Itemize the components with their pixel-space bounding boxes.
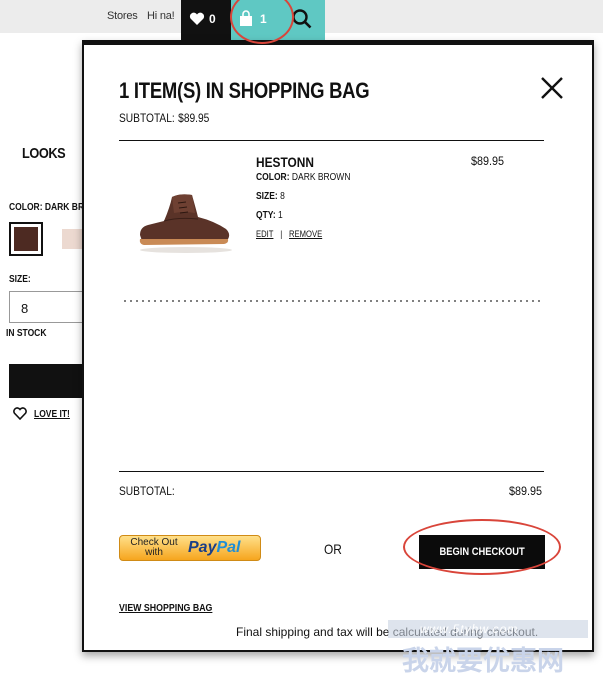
swatch-dark-brown[interactable]: [9, 222, 43, 256]
item-color: COLOR: DARK BROWN: [256, 172, 350, 183]
footer-subtotal-value: $89.95: [509, 484, 543, 498]
item-size: SIZE: 8: [256, 191, 285, 202]
wishlist-count: 0: [209, 12, 216, 26]
watermark-logo-text: 我就要优惠网: [402, 646, 564, 676]
view-shopping-bag-link[interactable]: VIEW SHOPPING BAG: [119, 603, 212, 614]
action-separator: |: [280, 229, 283, 239]
divider: [119, 471, 544, 472]
item-size-label: SIZE:: [256, 191, 278, 202]
edit-link[interactable]: EDIT: [256, 229, 273, 239]
item-color-value: DARK BROWN: [291, 172, 351, 183]
item-color-label: COLOR:: [256, 172, 290, 183]
paypal-logo-pay: Pay: [188, 539, 217, 556]
item-qty-label: QTY:: [256, 210, 276, 221]
love-it-link[interactable]: LOVE IT!: [34, 409, 70, 420]
search-icon: [292, 9, 312, 29]
heart-outline-icon[interactable]: [13, 407, 27, 420]
item-size-value: 8: [280, 191, 285, 202]
watermark-url: www.5tyhw.com: [420, 622, 519, 636]
paypal-checkout-button[interactable]: Check Out with PayPal: [119, 535, 261, 561]
stock-status: IN STOCK: [6, 328, 47, 339]
item-price: $89.95: [471, 154, 505, 168]
wishlist-button[interactable]: 0: [181, 0, 231, 40]
item-actions: EDIT | REMOVE: [256, 229, 322, 239]
shopping-bag-panel: 1 ITEM(S) IN SHOPPING BAG SUBTOTAL: $89.9…: [82, 40, 594, 652]
footer-subtotal-label: SUBTOTAL:: [119, 484, 175, 498]
item-qty: QTY: 1: [256, 210, 283, 221]
shopping-bag-button[interactable]: 1: [231, 0, 279, 40]
divider: [119, 140, 544, 141]
paypal-logo: PayPal: [188, 539, 240, 557]
shopping-bag-icon: [240, 10, 252, 26]
bag-title: 1 ITEM(S) IN SHOPPING BAG: [119, 78, 370, 103]
bag-subtotal-summary: SUBTOTAL: $89.95: [119, 111, 209, 125]
item-name[interactable]: HESTONN: [256, 154, 314, 170]
product-image[interactable]: [134, 187, 234, 257]
or-separator: OR: [324, 541, 342, 557]
swatch-fill: [14, 227, 38, 251]
search-button[interactable]: [279, 0, 325, 40]
subtotal-label: SUBTOTAL:: [119, 111, 175, 125]
dotted-divider: [122, 299, 542, 303]
heart-icon: [189, 12, 205, 25]
color-label: COLOR: DARK BRO: [9, 202, 91, 213]
bag-count: 1: [260, 12, 267, 26]
paypal-logo-pal: Pal: [216, 539, 241, 556]
item-qty-value: 1: [278, 210, 283, 221]
subtotal-value: $89.95: [178, 111, 210, 125]
size-label: SIZE:: [9, 274, 31, 285]
paypal-caption: Check Out with: [130, 537, 178, 558]
begin-checkout-button[interactable]: BEGIN CHECKOUT: [419, 535, 545, 569]
stores-link[interactable]: Stores: [107, 10, 138, 22]
watermark-logo: 我就要优惠网: [402, 646, 564, 676]
account-greeting-link[interactable]: Hi na!: [147, 10, 175, 22]
looks-heading: LOOKS: [22, 145, 66, 162]
remove-link[interactable]: REMOVE: [289, 229, 322, 239]
begin-checkout-label: BEGIN CHECKOUT: [439, 546, 525, 558]
close-icon[interactable]: [539, 75, 565, 101]
